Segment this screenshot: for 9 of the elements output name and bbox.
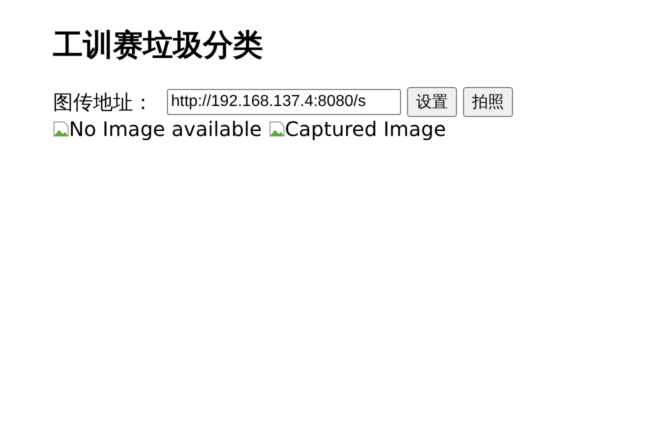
address-label: 图传地址：: [53, 89, 153, 116]
broken-image-icon: [53, 121, 69, 137]
capture-button[interactable]: 拍照: [463, 87, 513, 117]
image-alt-text: No Image available: [69, 117, 262, 141]
broken-image-icon: [268, 121, 285, 137]
image-alt-text: Captured Image: [284, 117, 446, 141]
set-button[interactable]: 设置: [407, 87, 457, 117]
address-field[interactable]: http://192.168.137.4:8080/s: [167, 89, 401, 115]
page-title: 工训赛垃圾分类: [53, 27, 264, 65]
